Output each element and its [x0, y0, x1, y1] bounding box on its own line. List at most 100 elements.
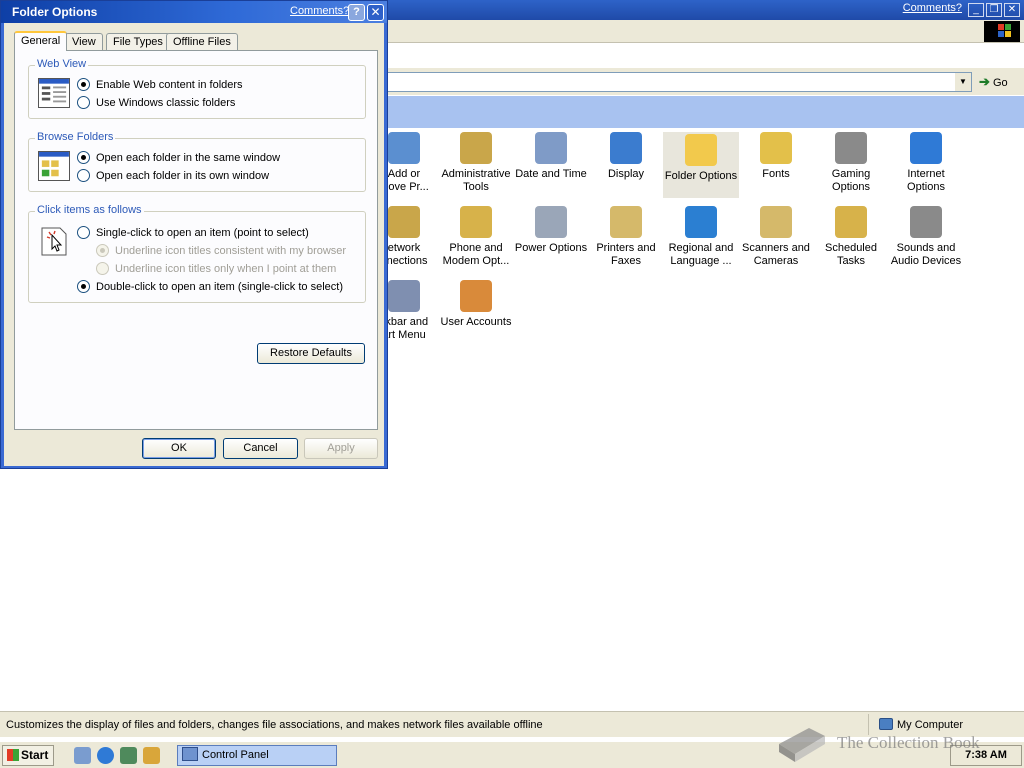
restore-defaults-button[interactable]: Restore Defaults — [257, 343, 365, 364]
dialog-titlebar[interactable]: Folder Options Comments? ? ✕ — [1, 1, 387, 23]
cp-item-gaming-options[interactable]: Gaming Options — [813, 132, 889, 194]
media-player-icon[interactable] — [143, 747, 160, 764]
folder-options-icon — [685, 134, 717, 166]
cp-item-label: Scanners and Cameras — [742, 242, 810, 267]
radio-button-selected[interactable] — [77, 280, 90, 293]
administrative-tools-icon — [460, 132, 492, 164]
cp-item-sounds-and-audio[interactable]: Sounds and Audio Devices — [888, 206, 964, 268]
maximize-button[interactable]: ❐ — [986, 3, 1002, 17]
cp-item-label: Gaming Options — [831, 168, 871, 193]
radio-button-selected[interactable] — [77, 78, 90, 91]
taskbar-button-control-panel[interactable]: Control Panel — [177, 745, 337, 766]
task-button-label: Control Panel — [202, 749, 269, 761]
cp-item-label: Internet Options — [907, 168, 945, 193]
date-and-time-icon — [535, 132, 567, 164]
general-tab-panel: Web View Enable Web content in folders U… — [14, 50, 378, 430]
radio-button[interactable] — [77, 169, 90, 182]
cp-item-label: Fonts — [762, 168, 790, 180]
network-icon[interactable] — [120, 747, 137, 764]
dialog-title: Folder Options — [12, 5, 98, 19]
show-desktop-icon[interactable] — [74, 747, 91, 764]
cp-item-printers-and-faxes[interactable]: Printers and Faxes — [588, 206, 664, 268]
start-label: Start — [21, 748, 49, 762]
cp-item-label: Administrative Tools — [441, 168, 511, 193]
cp-item-phone-and-modem[interactable]: Phone and Modem Opt... — [438, 206, 514, 268]
radio-enable-web-content[interactable]: Enable Web content in folders — [77, 78, 243, 92]
power-options-icon — [535, 206, 567, 238]
taskbar-start-menu-icon — [388, 280, 420, 312]
radio-label: Open each folder in the same window — [96, 152, 281, 164]
cp-item-label: Display — [607, 168, 645, 180]
cp-item-internet-options[interactable]: Internet Options — [888, 132, 964, 194]
radio-classic-folders[interactable]: Use Windows classic folders — [77, 96, 235, 110]
dialog-close-button[interactable]: ✕ — [367, 4, 384, 21]
ok-button[interactable]: OK — [142, 438, 216, 459]
web-view-title: Web View — [35, 58, 89, 70]
cp-item-administrative-tools[interactable]: Administrative Tools — [438, 132, 514, 194]
click-items-title: Click items as follows — [35, 204, 144, 216]
tab-view[interactable]: View — [65, 33, 103, 51]
radio-button[interactable] — [77, 226, 90, 239]
display-icon — [610, 132, 642, 164]
browse-folders-group: Browse Folders Open each folder in the s… — [28, 131, 366, 192]
cp-item-label: Folder Options — [664, 170, 738, 182]
internet-options-icon — [910, 132, 942, 164]
folder-options-dialog: Folder Options Comments? ? ✕ General Vie… — [0, 0, 388, 469]
dialog-body: General View File Types Offline Files We… — [4, 23, 384, 466]
radio-label: Single-click to open an item (point to s… — [96, 227, 309, 239]
dialog-comments-link[interactable]: Comments? — [290, 5, 349, 17]
cp-item-scheduled-tasks[interactable]: Scheduled Tasks — [813, 206, 889, 268]
cp-item-regional-and-language[interactable]: Regional and Language ... — [663, 206, 739, 268]
start-button[interactable]: Start — [2, 745, 54, 766]
cp-item-label: Sounds and Audio Devices — [890, 242, 962, 267]
watermark-text: The Collection Book — [837, 733, 980, 752]
help-button[interactable]: ? — [348, 4, 365, 21]
cancel-button[interactable]: Cancel — [223, 438, 298, 459]
radio-button-selected[interactable] — [77, 151, 90, 164]
radio-button[interactable] — [77, 96, 90, 109]
cp-item-label: Printers and Faxes — [596, 242, 656, 267]
chevron-down-icon[interactable]: ▼ — [955, 73, 971, 91]
radio-label: Underline icon titles only when I point … — [115, 263, 337, 275]
radio-own-window[interactable]: Open each folder in its own window — [77, 169, 269, 183]
radio-double-click[interactable]: Double-click to open an item (single-cli… — [77, 280, 343, 294]
cp-item-display[interactable]: Display — [588, 132, 664, 181]
cp-item-label: Date and Time — [515, 168, 587, 180]
comments-link[interactable]: Comments? — [903, 2, 962, 14]
tab-file-types[interactable]: File Types — [106, 33, 170, 51]
cp-item-date-and-time[interactable]: Date and Time — [513, 132, 589, 181]
radio-same-window[interactable]: Open each folder in the same window — [77, 151, 280, 165]
go-button[interactable]: ➔ Go — [977, 72, 1021, 92]
minimize-button[interactable]: _ — [968, 3, 984, 17]
cp-item-label: Power Options — [514, 242, 588, 254]
cp-item-fonts[interactable]: Fonts — [738, 132, 814, 181]
user-accounts-icon — [460, 280, 492, 312]
radio-label: Underline icon titles consistent with my… — [115, 245, 347, 257]
control-panel-icon — [182, 747, 198, 761]
network-connections-icon — [388, 206, 420, 238]
scheduled-tasks-icon — [835, 206, 867, 238]
cp-item-folder-options[interactable]: Folder Options — [663, 132, 739, 198]
cp-item-scanners-and-cameras[interactable]: Scanners and Cameras — [738, 206, 814, 268]
radio-label: Double-click to open an item (single-cli… — [96, 281, 343, 293]
tab-offline-files[interactable]: Offline Files — [166, 33, 238, 51]
internet-explorer-icon[interactable] — [97, 747, 114, 764]
cp-item-power-options[interactable]: Power Options — [513, 206, 589, 255]
tab-general[interactable]: General — [14, 31, 68, 51]
go-label: Go — [993, 77, 1008, 89]
radio-single-click[interactable]: Single-click to open an item (point to s… — [77, 226, 309, 240]
close-button[interactable]: ✕ — [1004, 3, 1020, 17]
scanners-and-cameras-icon — [760, 206, 792, 238]
browse-folders-title: Browse Folders — [35, 131, 116, 143]
cp-item-label: Regional and Language ... — [668, 242, 734, 267]
printers-and-faxes-icon — [610, 206, 642, 238]
add-remove-programs-icon — [388, 132, 420, 164]
book-icon — [779, 728, 825, 762]
cp-item-user-accounts[interactable]: User Accounts — [438, 280, 514, 329]
click-items-group: Click items as follows Single-click to o… — [28, 204, 366, 303]
cp-item-label: Phone and Modem Opt... — [442, 242, 510, 267]
web-view-group: Web View Enable Web content in folders U… — [28, 58, 366, 119]
pointer-click-icon — [41, 227, 67, 256]
browse-folders-icon — [38, 151, 70, 181]
gaming-options-icon — [835, 132, 867, 164]
